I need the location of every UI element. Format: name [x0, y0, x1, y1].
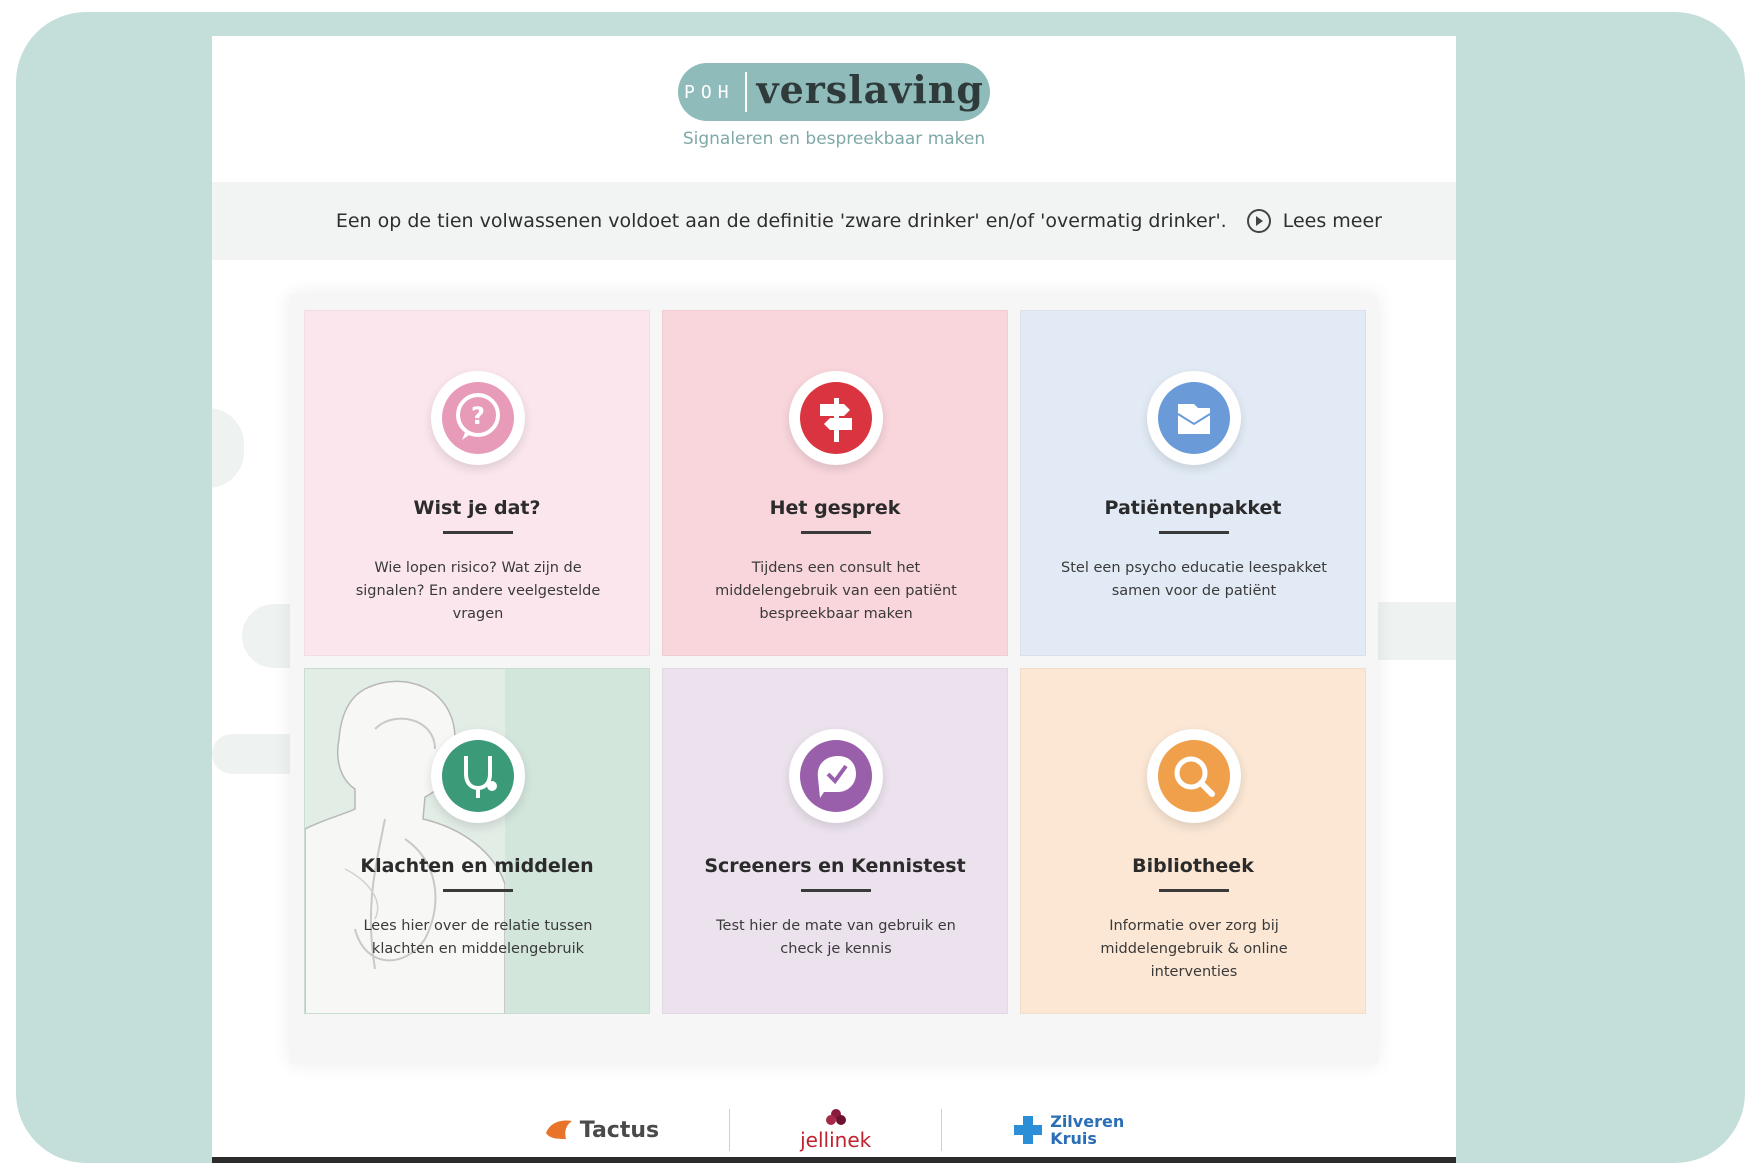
jellinek-name: jellinek	[800, 1128, 872, 1152]
card-description: Informatie over zorg bij middelengebruik…	[1100, 918, 1288, 980]
zilveren-kruis-line2: Kruis	[1050, 1129, 1097, 1148]
jellinek-flower-icon	[825, 1109, 846, 1125]
jellinek-logo[interactable]: jellinek	[800, 1108, 871, 1152]
zilveren-kruis-logo[interactable]: Zilveren Kruis	[1012, 1113, 1124, 1147]
folder-icon	[1147, 371, 1241, 465]
zilveren-kruis-line1: Zilveren	[1050, 1112, 1125, 1131]
cross-icon	[1014, 1116, 1043, 1144]
card-klachten-en-middelen[interactable]: Klachten en middelen Lees hier over de r…	[304, 668, 650, 1014]
partner-logos: Tactus jellinek Zilveren Kruis	[212, 1100, 1456, 1160]
logo-prefix: POH	[684, 81, 735, 103]
card-title: Het gesprek	[769, 497, 901, 519]
card-title: Patiëntenpakket	[1104, 497, 1282, 519]
anatomy-illustration	[305, 669, 505, 1013]
logo-word: verslaving	[756, 66, 984, 112]
card-bibliotheek[interactable]: Bibliotheek Informatie over zorg bij mid…	[1020, 668, 1366, 1014]
card-patientenpakket[interactable]: Patiëntenpakket Stel een psycho educatie…	[1020, 310, 1366, 656]
logo-divider	[744, 72, 747, 112]
partner-divider	[941, 1109, 943, 1151]
question-bubble-icon: ?	[431, 371, 525, 465]
card-description: Test hier de mate van gebruik en check j…	[716, 918, 956, 957]
card-divider	[1159, 531, 1229, 534]
tactus-mark-icon	[545, 1120, 572, 1139]
card-description: Lees hier over de relatie tussen klachte…	[363, 918, 593, 957]
topic-grid: ? Wist je dat? Wie lopen risico? Wat zij…	[290, 294, 1378, 1064]
tactus-name: Tactus	[579, 1117, 660, 1143]
card-het-gesprek[interactable]: Het gesprek Tijdens een consult het midd…	[662, 310, 1008, 656]
partner-divider	[729, 1109, 731, 1151]
banner-text: Een op de tien volwassenen voldoet aan d…	[335, 210, 1227, 232]
card-divider	[801, 531, 871, 534]
play-circle-icon	[1246, 209, 1271, 233]
card-title: Klachten en middelen	[360, 855, 594, 877]
read-more-link[interactable]: Lees meer	[1246, 209, 1382, 233]
card-description: Tijdens een consult het middelengebruik …	[715, 560, 957, 622]
site-tagline: Signaleren en bespreekbaar maken	[682, 129, 986, 149]
card-divider	[443, 889, 513, 892]
background-decoration	[212, 408, 244, 488]
card-title: Screeners en Kennistest	[704, 855, 966, 877]
card-divider	[443, 531, 513, 534]
magnifier-icon	[1147, 729, 1241, 823]
stethoscope-icon	[431, 729, 525, 823]
checklist-brain-icon	[789, 729, 883, 823]
info-banner: Een op de tien volwassenen voldoet aan d…	[212, 182, 1456, 260]
site-header: POH verslaving Signaleren en bespreekbaa…	[212, 36, 1456, 184]
tactus-logo[interactable]: Tactus	[544, 1117, 659, 1143]
page-bottom-bar	[212, 1157, 1456, 1163]
card-description: Wie lopen risico? Wat zijn de signalen? …	[355, 560, 601, 622]
card-divider	[801, 889, 871, 892]
svg-text:?: ?	[471, 402, 485, 430]
card-wist-je-dat[interactable]: ? Wist je dat? Wie lopen risico? Wat zij…	[304, 310, 650, 656]
card-title: Wist je dat?	[413, 497, 541, 519]
read-more-label: Lees meer	[1282, 210, 1382, 232]
site-logo[interactable]: POH verslaving	[678, 63, 990, 121]
card-description: Stel een psycho educatie leespakket same…	[1061, 560, 1327, 599]
signpost-icon	[789, 371, 883, 465]
card-divider	[1159, 889, 1229, 892]
card-title: Bibliotheek	[1132, 855, 1254, 877]
webpage: POH verslaving Signaleren en bespreekbaa…	[212, 36, 1456, 1163]
card-screeners-en-kennistest[interactable]: Screeners en Kennistest Test hier de mat…	[662, 668, 1008, 1014]
